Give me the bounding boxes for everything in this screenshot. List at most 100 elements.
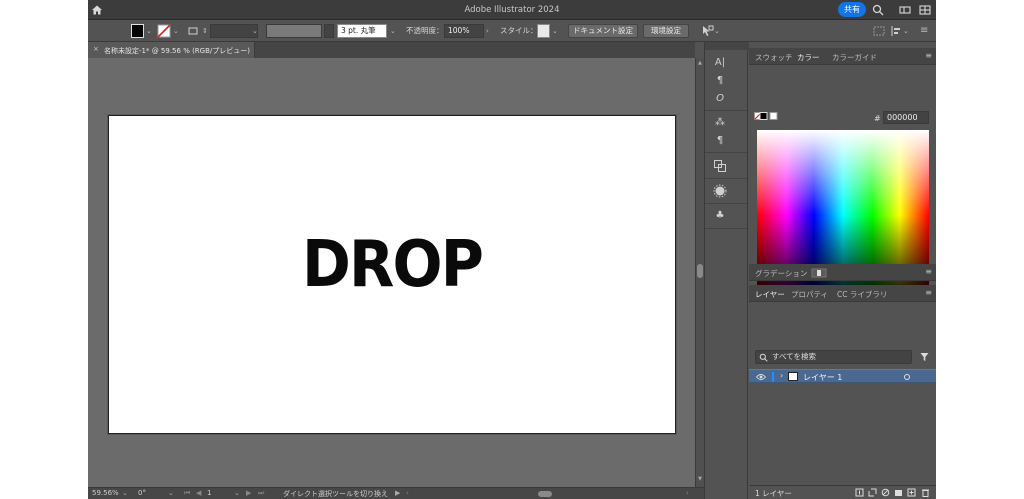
- horizontal-scroll-thumb[interactable]: [538, 491, 552, 497]
- character-icon[interactable]: A|: [713, 56, 727, 70]
- layers-footer: 1 レイヤー: [749, 485, 936, 499]
- layer-search-input[interactable]: すべてを検索: [755, 350, 912, 364]
- layer-thumbnail: [788, 372, 798, 381]
- brush-dropdown-chevron-icon[interactable]: ⌄: [390, 24, 396, 38]
- previous-artboard-icon[interactable]: ◀: [196, 489, 201, 497]
- rotation-value[interactable]: 0°: [138, 489, 146, 497]
- title-bar: Adobe Illustrator 2024 共有: [88, 0, 936, 20]
- layer-color-bar: [772, 372, 774, 382]
- align-icon[interactable]: [873, 24, 885, 38]
- vertical-scroll-thumb[interactable]: [697, 264, 703, 278]
- delete-layer-icon[interactable]: [921, 488, 930, 497]
- rotation-chevron-icon[interactable]: ⌄: [168, 489, 174, 497]
- search-icon: [759, 353, 768, 362]
- gradient-panel-menu-icon[interactable]: ≡: [925, 267, 932, 276]
- new-layer-icon[interactable]: [907, 488, 916, 497]
- stroke-weight-chevron-icon[interactable]: ⌄: [252, 24, 258, 38]
- scroll-down-icon[interactable]: ▼: [697, 476, 703, 482]
- distribute-chevron-icon[interactable]: ⌄: [903, 24, 909, 38]
- fill-swatch[interactable]: [131, 24, 144, 38]
- search-icon[interactable]: [872, 4, 884, 16]
- make-clipping-mask-icon[interactable]: [881, 488, 890, 497]
- filter-icon[interactable]: [920, 352, 929, 362]
- preferences-button[interactable]: 環境設定: [643, 24, 689, 38]
- symbols-icon[interactable]: ♣: [713, 209, 727, 223]
- variable-width-profile[interactable]: [266, 24, 322, 38]
- artboard[interactable]: DROP: [108, 115, 676, 434]
- scroll-up-icon[interactable]: ▲: [697, 60, 703, 66]
- stroke-weight-field[interactable]: [210, 24, 258, 38]
- zoom-chevron-icon[interactable]: ⌄: [122, 489, 128, 497]
- workspace-icon[interactable]: [899, 4, 911, 16]
- distribute-icon[interactable]: [890, 24, 902, 38]
- tool-separator: [705, 228, 747, 229]
- layer-name[interactable]: レイヤー 1: [803, 372, 842, 383]
- style-dropdown-chevron-icon[interactable]: ⌄: [552, 24, 558, 38]
- canvas-pasteboard[interactable]: DROP: [88, 58, 695, 487]
- last-artboard-icon[interactable]: ⏭: [258, 489, 264, 498]
- locate-object-icon[interactable]: [868, 488, 877, 497]
- create-sublayer-icon[interactable]: [894, 488, 903, 497]
- collect-for-export-icon[interactable]: [855, 488, 864, 497]
- gradient-panel-tabs: グラデーション ≡: [749, 264, 936, 281]
- variable-width-dropdown[interactable]: [324, 24, 334, 38]
- transparency-tab-icon[interactable]: [811, 268, 827, 278]
- tab-color[interactable]: カラー: [797, 52, 820, 63]
- first-artboard-icon[interactable]: ⏮: [184, 489, 190, 498]
- opentype-icon[interactable]: O: [713, 92, 727, 106]
- tab-layers[interactable]: レイヤー: [755, 289, 785, 300]
- stroke-panel-icon[interactable]: [188, 24, 198, 38]
- expand-layer-chevron-icon[interactable]: ›: [780, 371, 783, 380]
- tool-separator: [705, 203, 747, 204]
- hex-color-field[interactable]: 000000: [883, 111, 929, 124]
- layer-row[interactable]: › レイヤー 1: [749, 369, 936, 383]
- tab-gradient[interactable]: グラデーション: [755, 268, 807, 279]
- control-bar-menu-icon[interactable]: ≡: [920, 24, 928, 38]
- opacity-arrow-icon[interactable]: ›: [486, 24, 489, 38]
- panel-column-grip[interactable]: [705, 42, 749, 50]
- illustrator-window: Adobe Illustrator 2024 共有 ⌄ ⌄ ⇕ ⌄ 3 pt. …: [88, 0, 936, 499]
- layers-panel-menu-icon[interactable]: ≡: [925, 288, 932, 297]
- graphic-style-swatch[interactable]: [537, 24, 550, 38]
- status-chevron-icon[interactable]: ‹: [406, 489, 409, 497]
- layer-target-icon[interactable]: [904, 374, 910, 380]
- vertical-scrollbar[interactable]: ▲ ▼: [695, 58, 704, 487]
- artwork-text[interactable]: DROP: [132, 228, 653, 302]
- appearance-icon[interactable]: [713, 184, 727, 198]
- tab-cc-libraries[interactable]: CC ライブラリ: [837, 289, 887, 300]
- select-similar-chevron-icon[interactable]: ⌄: [714, 24, 720, 38]
- tool-separator: [705, 110, 747, 111]
- select-similar-icon[interactable]: [700, 24, 714, 38]
- stroke-none-swatch-icon[interactable]: [157, 24, 171, 38]
- fill-dropdown-chevron-icon[interactable]: ⌄: [146, 24, 152, 38]
- transform-icon[interactable]: [713, 159, 727, 173]
- document-setup-button[interactable]: ドキュメント設定: [568, 24, 638, 38]
- scroll-right-icon[interactable]: ›: [686, 489, 689, 497]
- share-button[interactable]: 共有: [838, 2, 866, 17]
- arrange-documents-icon[interactable]: [919, 4, 931, 16]
- style-label: スタイル：: [500, 26, 538, 35]
- tab-properties[interactable]: プロパティ: [791, 289, 828, 300]
- zoom-level[interactable]: 59.56%: [92, 489, 119, 497]
- color-panel-menu-icon[interactable]: ≡: [925, 51, 932, 60]
- brush-definition-field[interactable]: 3 pt. 丸筆: [337, 24, 387, 38]
- artboard-number[interactable]: 1: [207, 489, 211, 497]
- tab-swatches[interactable]: スウォッチ: [755, 52, 793, 63]
- visibility-eye-icon[interactable]: [756, 373, 766, 381]
- paragraph-icon[interactable]: ¶: [713, 74, 727, 88]
- character-styles-icon[interactable]: ⁂: [713, 116, 727, 130]
- next-artboard-icon[interactable]: ▶: [246, 489, 251, 497]
- document-tab[interactable]: × 名称未設定-1* @ 59.56 % (RGB/プレビュー): [88, 42, 255, 58]
- status-arrow-icon[interactable]: ▶: [395, 489, 400, 497]
- stroke-dropdown-chevron-icon[interactable]: ⌄: [173, 24, 179, 38]
- opacity-field[interactable]: 100%: [444, 24, 484, 38]
- hex-label: #: [874, 114, 881, 123]
- status-bar: 59.56% ⌄ 0° ⌄ ⏮ ◀ 1 ⌄ ▶ ⏭ ダイレクト選択ツールを切り換…: [88, 487, 704, 499]
- paragraph-styles-icon[interactable]: ¶: [713, 134, 727, 148]
- control-bar: ⌄ ⌄ ⇕ ⌄ 3 pt. 丸筆 ⌄ 不透明度： 100% › スタイル： ⌄ …: [88, 20, 936, 42]
- fill-stroke-indicator-icon[interactable]: [754, 111, 782, 121]
- stroke-weight-stepper-icon[interactable]: ⇕: [202, 24, 208, 38]
- close-tab-icon[interactable]: ×: [93, 45, 99, 53]
- artboard-chevron-icon[interactable]: ⌄: [234, 489, 240, 497]
- tab-color-guide[interactable]: カラーガイド: [832, 52, 877, 63]
